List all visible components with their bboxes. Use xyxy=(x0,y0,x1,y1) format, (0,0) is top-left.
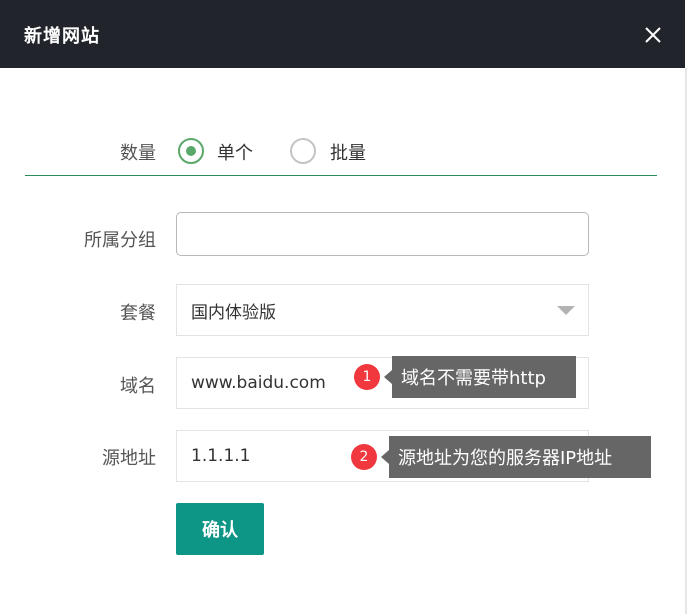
radio-single[interactable] xyxy=(178,138,204,164)
caret-down-icon[interactable] xyxy=(557,306,575,315)
dialog-title: 新增网站 xyxy=(24,26,100,47)
radio-single-label[interactable]: 单个 xyxy=(217,139,253,165)
group-label: 所属分组 xyxy=(84,230,156,251)
package-select-value: 国内体验版 xyxy=(191,302,276,323)
radio-batch-label[interactable]: 批量 xyxy=(330,139,366,165)
tip-source: 源地址为您的服务器IP地址 xyxy=(381,436,651,478)
group-input[interactable] xyxy=(176,212,589,256)
dialog-header: 新增网站 xyxy=(0,0,685,68)
quantity-label: 数量 xyxy=(120,143,156,164)
radio-batch[interactable] xyxy=(290,138,316,164)
package-label: 套餐 xyxy=(120,303,156,324)
confirm-button[interactable]: 确认 xyxy=(176,503,264,555)
divider xyxy=(25,175,657,176)
source-label: 源地址 xyxy=(102,448,156,469)
domain-input-value: www.baidu.com xyxy=(191,373,326,393)
tip-badge-1: 1 xyxy=(354,364,380,390)
package-select[interactable]: 国内体验版 xyxy=(176,284,589,336)
source-input-value: 1.1.1.1 xyxy=(191,446,251,466)
close-icon[interactable] xyxy=(640,22,666,48)
tip-domain: 域名不需要带http xyxy=(384,356,576,398)
tip-badge-2: 2 xyxy=(351,444,377,470)
domain-label: 域名 xyxy=(120,376,156,397)
